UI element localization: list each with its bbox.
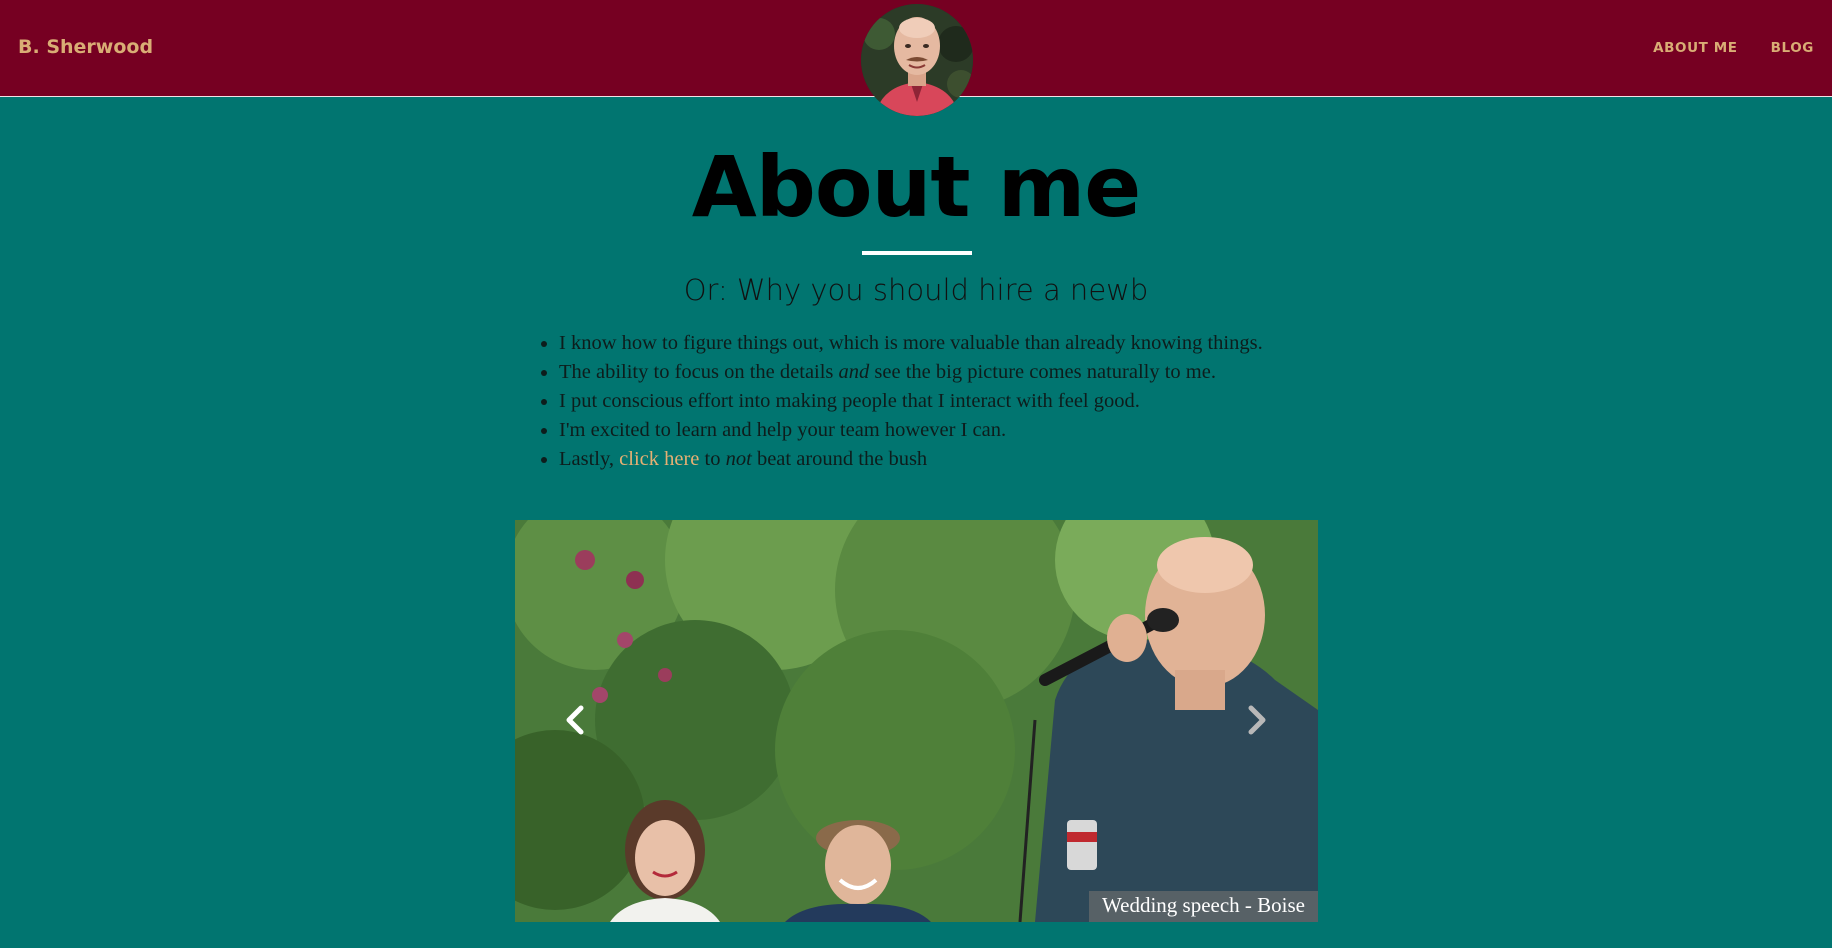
list-item: I'm excited to learn and help your team … <box>559 416 1349 445</box>
title-divider <box>862 251 972 255</box>
avatar <box>861 4 973 116</box>
carousel-next-button[interactable] <box>1237 700 1277 740</box>
carousel-prev-button[interactable] <box>555 700 595 740</box>
list-item: The ability to focus on the details and … <box>559 358 1349 387</box>
carousel-caption: Wedding speech - Boise <box>1088 891 1318 922</box>
nav-link-blog[interactable]: BLOG <box>1771 40 1814 56</box>
page-title: About me <box>691 138 1142 236</box>
avatar-portrait <box>861 4 973 116</box>
nav-links: ABOUT ME BLOG <box>1653 40 1814 56</box>
click-here-link[interactable]: click here <box>619 448 699 470</box>
carousel-photo <box>515 520 1318 922</box>
chevron-right-icon <box>1248 705 1266 735</box>
photo-carousel[interactable]: Wedding speech - Boise <box>515 520 1318 922</box>
chevron-left-icon <box>566 705 584 735</box>
list-item: I know how to figure things out, which i… <box>559 329 1349 358</box>
reasons-list: I know how to figure things out, which i… <box>537 329 1349 474</box>
nav-link-about-me[interactable]: ABOUT ME <box>1653 40 1738 56</box>
list-item: Lastly, click here to not beat around th… <box>559 445 1349 474</box>
brand-link[interactable]: B. Sherwood <box>18 36 153 58</box>
list-item: I put conscious effort into making peopl… <box>559 387 1349 416</box>
page-subtitle: Or: Why you should hire a newb <box>683 273 1149 307</box>
